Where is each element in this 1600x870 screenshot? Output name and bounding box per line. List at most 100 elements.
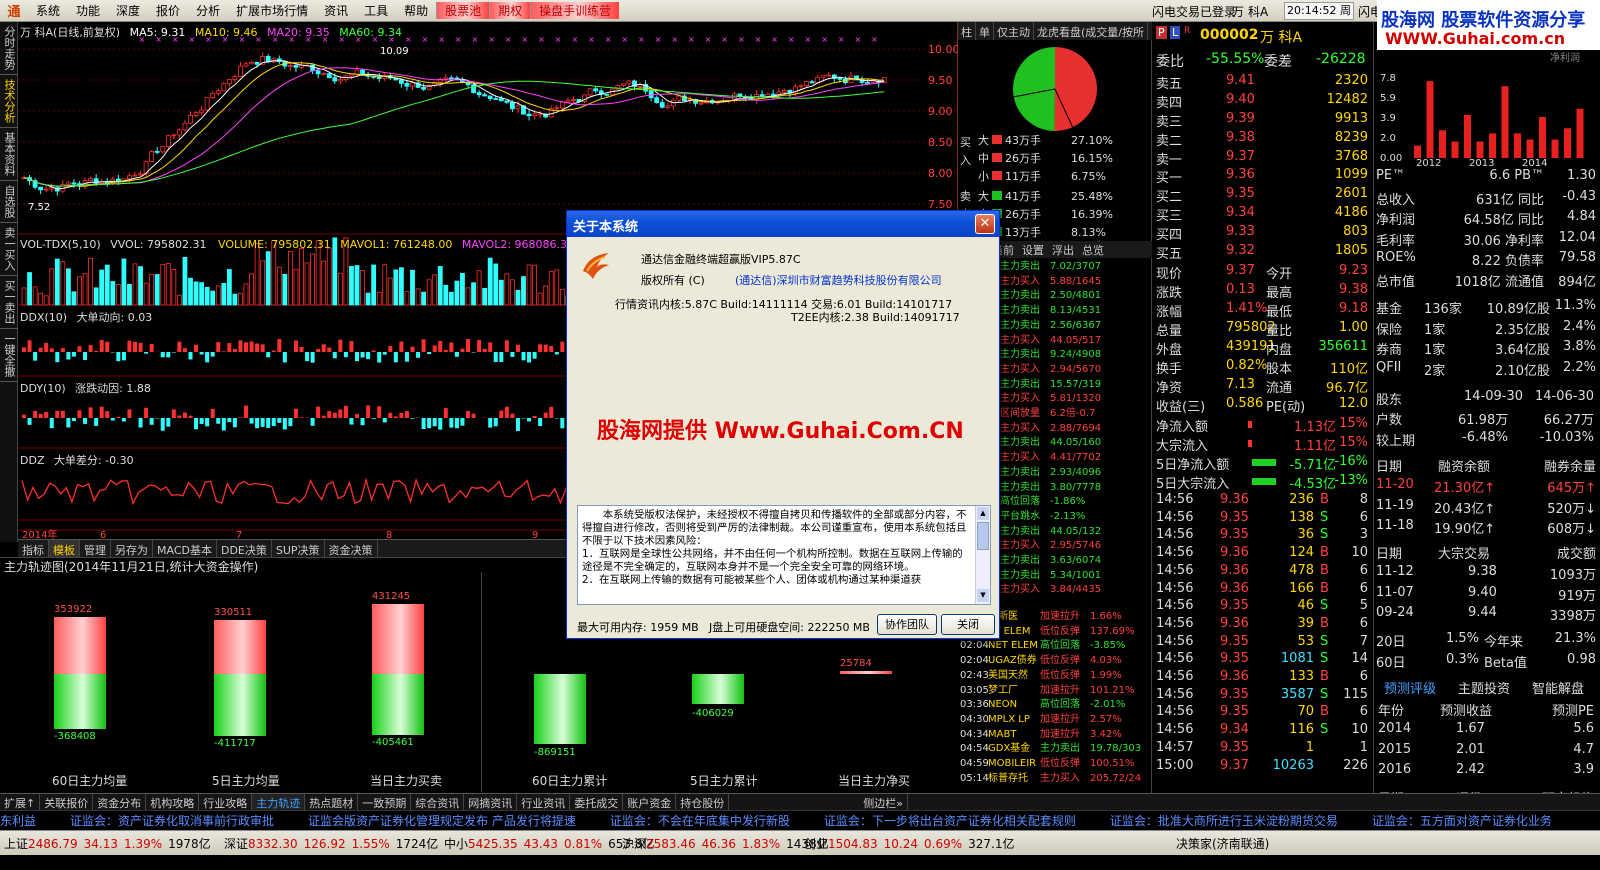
menu-item[interactable]: 资讯 [316,2,356,19]
scroll-up-icon[interactable]: ▲ [977,507,989,520]
alert2-row[interactable]: 04:34MABT 加速拉升 3.42% [960,728,1122,743]
left-tab[interactable]: 分时走势 [0,22,18,75]
alert2-row[interactable]: 04:30MPLX LP 加速拉升 2.57% [960,713,1122,728]
ticker-item[interactable]: 证监会：下一步将出台资产证券化相关配套规则 [824,814,1076,828]
index-item[interactable]: 上证2486.79 34.13 1.39% 1978亿 [4,835,211,852]
function-tab[interactable]: 主力轨迹 [252,794,306,810]
fin-row-cell: PE™ [1376,168,1406,183]
menu-item[interactable]: 报价 [148,2,188,19]
alert2-row[interactable]: 02:04NET ELEM 高位回落 -3.85% [960,639,1125,654]
dialog-company-link[interactable]: (通达信)深圳市财富趋势科技股份有限公司 [735,272,942,288]
alert2-row[interactable]: 02:04UGAZ债券 低位反弹 4.03% [960,654,1122,669]
forecast-tab[interactable]: 主题投资 [1458,678,1510,697]
quote-stat-row-cell: 最低 [1266,305,1293,320]
ticker-item[interactable]: 证监会：五方面对资产证券化业务 [1372,814,1552,828]
menu-extra-item[interactable]: 操盘手训练营 [530,2,620,19]
mid-tab[interactable]: 单 [976,22,994,40]
menu-item[interactable]: 扩展市场行情 [228,2,316,19]
function-tab[interactable]: 行业攻略 [199,794,253,810]
function-tab[interactable]: 热点题材 [305,794,359,810]
function-tab[interactable]: 账户资金 [623,794,677,810]
indicator-tab[interactable]: DDE决策 [217,540,272,557]
indicator-tab[interactable]: SUP决策 [272,540,325,557]
ddy-bar [55,410,60,418]
alert2-row[interactable]: 05:14标普存托 主力买入 205.72/24 [960,772,1141,787]
alert2-row[interactable]: 04:54GDX基金 主力卖出 19.78/303 [960,742,1141,757]
menu-item[interactable]: 系统 [28,2,68,19]
menu-item[interactable]: 帮助 [396,2,436,19]
alert2-row[interactable]: 04:59MOBILEIR 低位反弹 100.51% [960,757,1135,772]
close-button[interactable]: 关闭 [941,614,995,635]
tick-vol: 236 [1289,492,1314,507]
team-button[interactable]: 协作团队 [877,614,937,635]
left-tab[interactable]: 买一卖出 [0,276,18,329]
menu-item[interactable]: 工具 [356,2,396,19]
mid-tab[interactable]: 仅主动 [994,22,1034,40]
alert2-row[interactable]: 03:05梦工厂 加速拉升 101.21% [960,684,1135,699]
ticker-item[interactable]: 证监会：不会在年底集中发行新股 [610,814,790,828]
margin-header-cell: 融资余额 [1438,460,1491,475]
indicator-tab[interactable]: 另存为 [111,540,153,557]
index-item[interactable]: 沪深2583.46 46.36 1.83% 1438亿 [622,835,829,852]
function-tab[interactable]: 关联报价 [40,794,94,810]
ticker-item[interactable]: 证监会版资产证券化管理规定发布 产品发行将提速 [308,814,576,828]
index-item[interactable]: 深证8332.30 126.92 1.55% 1724亿 [224,835,438,852]
left-tab[interactable]: 卖一买入 [0,223,18,276]
indicator-tab[interactable]: 指标 [18,540,49,557]
function-tab[interactable]: 行业资讯 [517,794,571,810]
function-tab[interactable]: 一致预期 [358,794,412,810]
mid-subtab[interactable]: 总览 [1078,241,1108,258]
scroll-thumb[interactable] [977,522,989,550]
ddy-bar [110,418,115,421]
alert2-row[interactable]: 02:43美国天然 低位反弹 1.99% [960,669,1122,684]
index-item[interactable]: 创业1504.83 10.24 0.69% 327.1亿 [804,835,1014,852]
left-tab[interactable]: 基本资料 [0,128,18,181]
function-tab[interactable]: 持仓股份 [676,794,730,810]
indicator-tab[interactable]: MACD基本 [153,540,217,557]
function-tab[interactable]: 综合资讯 [411,794,465,810]
license-scrollbar[interactable]: ▲ ▼ [975,506,990,604]
left-tab[interactable]: 自选股 [0,181,18,223]
close-icon[interactable]: ✕ [975,214,995,234]
candle-body [804,81,809,87]
function-tab[interactable]: 委托成交 [570,794,624,810]
mid-subtab[interactable]: 浮出 [1048,241,1078,258]
tick-row: 15:00 9.37 10263 226 [1156,758,1370,775]
menu-extra-item[interactable]: 股票池 [436,2,490,19]
menu-item[interactable]: 深度 [108,2,148,19]
ddx-bar [388,346,393,352]
forecast-tab[interactable]: 智能解盘 [1532,678,1584,697]
menu-item[interactable]: 分析 [188,2,228,19]
function-tab[interactable]: 网摘资讯 [464,794,518,810]
forecast-tab[interactable]: 预测评级 [1384,678,1436,697]
ticker-item[interactable]: 东利益 [0,814,36,828]
license-textbox[interactable]: 本系统受版权法保护，未经授权不得擅自拷贝和传播软件的全部或部分内容，不得擅自进行… [577,505,991,605]
indicator-tab[interactable]: 模板 [49,540,80,557]
ticker-item[interactable]: 证监会：资产证券化取消事前行政审批 [70,814,274,828]
indicator-tab[interactable]: 资金决策 [325,540,378,557]
ddy-desc: 涨跌动因: 1.88 [75,382,151,395]
mid-tab[interactable]: 龙虎看盘(成交量/按所 [1034,22,1148,40]
function-tab[interactable]: 资金分布 [93,794,147,810]
menu-extra-item[interactable]: 期权 [489,2,531,19]
scroll-down-icon[interactable]: ▼ [977,589,989,602]
left-tab[interactable]: 一键全撤 [0,329,18,382]
function-tab[interactable]: 扩展↑ [0,794,41,810]
left-tab[interactable]: 技术分析 [0,75,18,128]
vol-volume: VOLUME: 795802.31 [218,238,331,251]
menu-item[interactable]: 功能 [68,2,108,19]
news-ticker[interactable]: 东利益 证监会：资产证券化取消事前行政审批 证监会版资产证券化管理规定发布 产品发行… [0,810,1600,830]
ddx-bar [22,347,26,352]
buy-bar [992,135,1002,144]
mid-tab[interactable]: 柱 [958,22,976,40]
indicator-tab[interactable]: 管理 [80,540,111,557]
ticker-item[interactable]: 证监会：批准大商所进行玉米淀粉期货交易 [1110,814,1338,828]
sell-level: 卖四 9.40 12482 [1156,92,1370,111]
login-status[interactable]: 闪电交易已登录 [1152,3,1236,20]
ddx-bar [477,339,482,352]
alert2-row[interactable]: 03:36NEON 高位回落 -2.01% [960,698,1125,713]
function-tab[interactable]: 机构攻略 [146,794,200,810]
mid-subtab[interactable]: 设置 [1018,241,1048,258]
sidebar-toggle[interactable]: 侧边栏» [859,794,908,810]
ddy-bar [371,418,376,419]
